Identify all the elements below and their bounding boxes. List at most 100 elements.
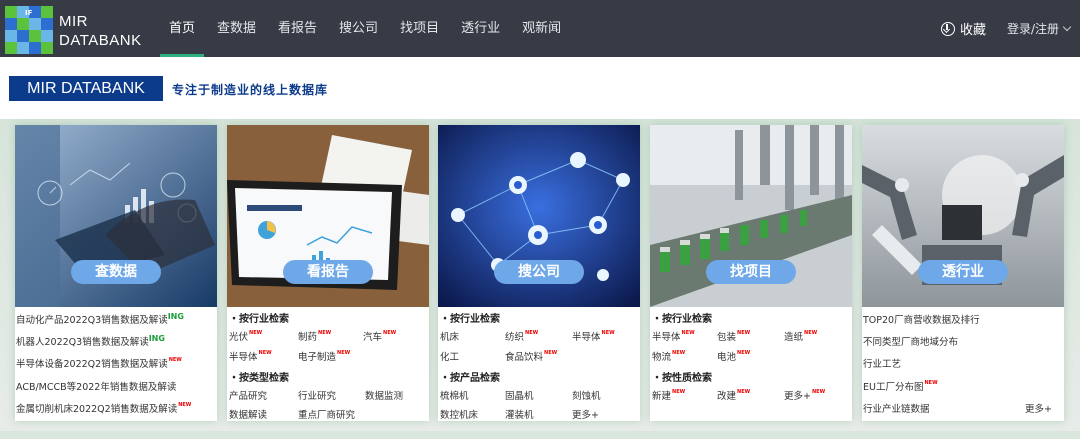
project-industry-logistics[interactable]: 物流NEW <box>652 349 685 363</box>
company-industry-semiconductor[interactable]: 半导体NEW <box>572 329 615 343</box>
industry-link-top20[interactable]: TOP20厂商营收数据及排行 <box>863 312 980 326</box>
new-badge: NEW <box>525 330 539 336</box>
project-industry-semiconductor[interactable]: 半导体NEW <box>652 329 695 343</box>
data-link-1[interactable]: 自动化产品2022Q3销售数据及解读ING <box>16 312 184 326</box>
project-more-link[interactable]: 更多+NEW <box>784 388 825 402</box>
find-projects-button[interactable]: 找项目 <box>706 260 796 284</box>
view-reports-button[interactable]: 看报告 <box>283 260 373 284</box>
company-industry-machine-tool[interactable]: 机床 <box>440 329 459 343</box>
link-text: EU工厂分布图 <box>863 382 924 393</box>
nav-item-5[interactable]: 透行业 <box>452 0 509 57</box>
industry-link-eu-map[interactable]: EU工厂分布图NEW <box>863 379 938 393</box>
report-type-interpretation[interactable]: 数据解读 <box>229 407 267 421</box>
card-data-links: 自动化产品2022Q3销售数据及解读ING 机器人2022Q3销售数据及解读IN… <box>15 307 217 421</box>
data-link-2[interactable]: 机器人2022Q3销售数据及解读ING <box>16 334 165 348</box>
link-text: 梳棉机 <box>440 391 469 402</box>
report-type-product[interactable]: 产品研究 <box>229 388 267 402</box>
link-text: 半导体 <box>229 352 258 363</box>
nav-item-1[interactable]: 查数据 <box>208 0 265 57</box>
report-industry-semiconductor[interactable]: 半导体NEW <box>229 349 272 363</box>
industry-link-process[interactable]: 行业工艺 <box>863 356 901 370</box>
nav-item-6[interactable]: 观新闻 <box>513 0 570 57</box>
nav-item-4[interactable]: 找项目 <box>391 0 448 57</box>
link-text: 行业产业链数据 <box>863 404 930 415</box>
new-badge: NEW <box>811 389 826 395</box>
data-link-5[interactable]: 金属切削机床2022Q2销售数据及解读NEW <box>16 401 191 415</box>
feature-cards: 查数据 自动化产品2022Q3销售数据及解读ING 机器人2022Q3销售数据及… <box>0 119 1080 439</box>
link-text: 食品饮料 <box>505 352 544 363</box>
report-industry-pharma[interactable]: 制药NEW <box>298 329 331 343</box>
new-badge: NEW <box>804 330 818 336</box>
data-link-3[interactable]: 半导体设备2022Q2销售数据及解读NEW <box>16 356 182 370</box>
nav-item-0[interactable]: 首页 <box>160 0 205 57</box>
brand-name[interactable]: MIR DATABANK <box>59 12 142 50</box>
chevron-down-icon <box>1062 22 1072 32</box>
search-companies-button[interactable]: 搜公司 <box>494 260 584 284</box>
databank-tag: MIR DATABANK <box>9 76 163 101</box>
nav-item-3[interactable]: 搜公司 <box>330 0 387 57</box>
link-text: 刻蚀机 <box>572 391 601 402</box>
link-text: 更多+ <box>572 410 599 421</box>
explore-industry-button[interactable]: 透行业 <box>918 260 1008 284</box>
link-text: ACB/MCCB等2022年销售数据及解读 <box>16 382 177 393</box>
link-text: 按性质检索 <box>662 373 712 384</box>
company-product-die-bonder[interactable]: 固晶机 <box>505 388 534 402</box>
project-industry-packaging[interactable]: 包装NEW <box>717 329 750 343</box>
link-text: 纺织 <box>505 332 525 343</box>
link-text: 按行业检索 <box>662 314 712 325</box>
report-type-industry[interactable]: 行业研究 <box>298 388 336 402</box>
link-text: 按行业检索 <box>239 314 289 325</box>
login-label: 登录/注册 <box>1007 22 1060 36</box>
project-industry-battery[interactable]: 电池NEW <box>717 349 750 363</box>
company-industry-chemical[interactable]: 化工 <box>440 349 459 363</box>
report-industry-auto[interactable]: 汽车NEW <box>363 329 396 343</box>
login-register-button[interactable]: 登录/注册 <box>1007 20 1072 37</box>
nav-item-2[interactable]: 看报告 <box>269 0 326 57</box>
query-data-button[interactable]: 查数据 <box>71 260 161 284</box>
section-title: ・按产品检索 <box>440 373 500 384</box>
link-text: 电池 <box>717 352 737 363</box>
company-industry-food[interactable]: 食品饮料NEW <box>505 349 557 363</box>
new-badge: NEW <box>337 350 351 356</box>
company-product-filling[interactable]: 灌装机 <box>505 407 534 421</box>
link-text: 金属切削机床2022Q2销售数据及解读 <box>16 404 178 415</box>
link-text: 不同类型厂商地域分布 <box>863 337 959 348</box>
report-type-monitoring[interactable]: 数据监测 <box>365 388 403 402</box>
ing-badge: ING <box>148 334 165 343</box>
new-badge: NEW <box>544 350 558 356</box>
link-text: 更多+ <box>784 391 811 402</box>
link-text: 更多+ <box>1025 404 1052 415</box>
section-title: ・按性质检索 <box>652 373 712 384</box>
project-type-rebuild[interactable]: 改建NEW <box>717 388 750 402</box>
project-type-new[interactable]: 新建NEW <box>652 388 685 402</box>
report-industry-pv[interactable]: 光伏NEW <box>229 329 262 343</box>
section-title: ・按行业检索 <box>229 314 289 325</box>
link-text: 半导体 <box>652 332 681 343</box>
report-type-key-vendor[interactable]: 重点厂商研究 <box>298 407 355 421</box>
new-badge: NEW <box>672 389 686 395</box>
section-title: ・按类型检索 <box>229 373 289 384</box>
link-text: 制药 <box>298 332 318 343</box>
company-industry-textile[interactable]: 纺织NEW <box>505 329 538 343</box>
company-more-link[interactable]: 更多+ <box>572 407 599 421</box>
link-text: 数据监测 <box>365 391 404 402</box>
logo-mark-text: IF <box>25 9 33 17</box>
project-industry-paper[interactable]: 造纸NEW <box>784 329 817 343</box>
report-industry-electronics[interactable]: 电子制造NEW <box>298 349 350 363</box>
new-badge: NEW <box>383 330 397 336</box>
mir-logo-icon[interactable]: IF <box>5 6 53 54</box>
card-data: 查数据 自动化产品2022Q3销售数据及解读ING 机器人2022Q3销售数据及… <box>15 125 217 421</box>
industry-more-link[interactable]: 更多+ <box>1025 401 1052 415</box>
company-product-carding[interactable]: 梳棉机 <box>440 388 469 402</box>
link-text: 重点厂商研究 <box>298 410 356 421</box>
company-product-cnc[interactable]: 数控机床 <box>440 407 478 421</box>
data-link-4[interactable]: ACB/MCCB等2022年销售数据及解读 <box>16 379 176 393</box>
industry-link-distribution[interactable]: 不同类型厂商地域分布 <box>863 334 958 348</box>
link-text: 数控机床 <box>440 410 479 421</box>
link-text: 半导体 <box>572 332 601 343</box>
company-product-etcher[interactable]: 刻蚀机 <box>572 388 601 402</box>
section-title: ・按行业检索 <box>440 314 500 325</box>
new-badge: NEW <box>258 350 272 356</box>
favorites-button[interactable]: 收藏 <box>941 19 986 38</box>
industry-link-chain[interactable]: 行业产业链数据 <box>863 401 930 415</box>
